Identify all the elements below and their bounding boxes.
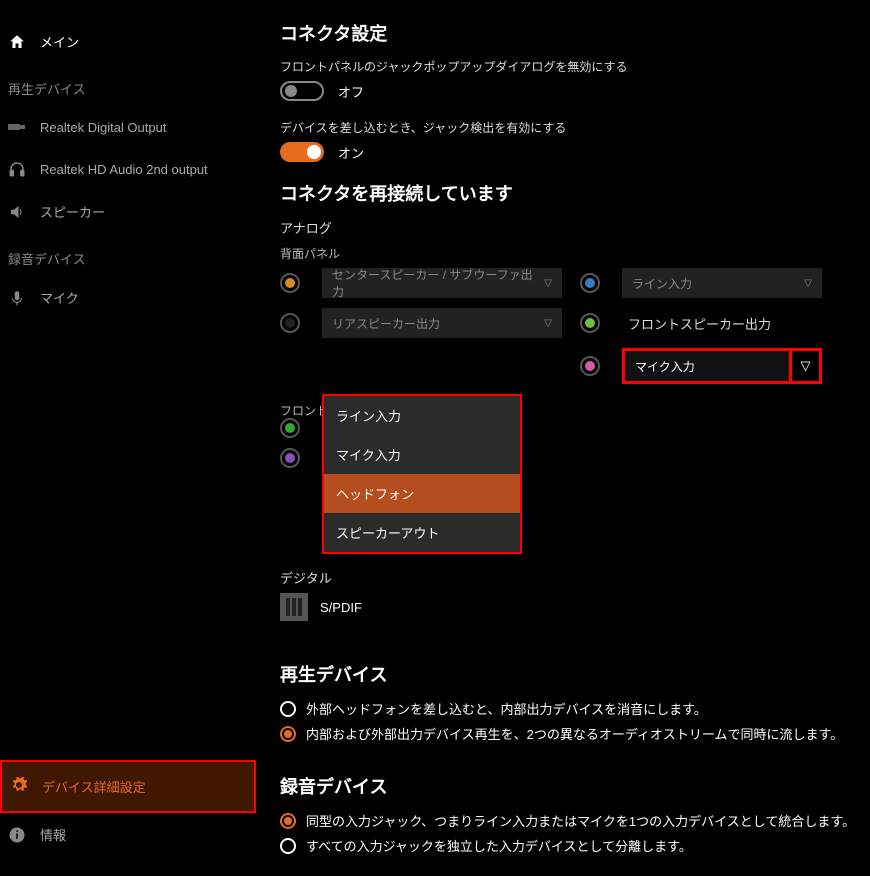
- select-value: ライン入力: [632, 275, 692, 292]
- sidebar-advanced-settings[interactable]: デバイス詳細設定: [0, 760, 256, 813]
- sidebar-section-record: 録音デバイス: [0, 233, 260, 276]
- radio-playback-dual[interactable]: [280, 726, 296, 742]
- chevron-down-icon: ▽: [544, 278, 552, 289]
- dropdown-option[interactable]: ライン入力: [324, 396, 520, 435]
- analog-label: アナログ: [280, 218, 860, 237]
- gear-icon: [10, 776, 28, 797]
- popup-disable-toggle[interactable]: [280, 81, 324, 101]
- sidebar-label: メイン: [40, 32, 79, 51]
- sidebar-digital-output[interactable]: Realtek Digital Output: [0, 106, 260, 148]
- sidebar-label: マイク: [40, 288, 79, 307]
- chevron-down-icon: ▽: [544, 318, 552, 329]
- spdif-label: S/PDIF: [320, 600, 362, 615]
- sidebar-label: 情報: [40, 825, 66, 844]
- sidebar-hd-audio[interactable]: Realtek HD Audio 2nd output: [0, 148, 260, 190]
- radio-playback-mute[interactable]: [280, 701, 296, 717]
- jack-green-front[interactable]: [280, 418, 300, 438]
- chevron-down-icon: ▽: [801, 358, 811, 374]
- info-icon: [8, 826, 26, 844]
- select-mic-in[interactable]: マイク入力 ▽: [622, 348, 822, 384]
- dropdown-option-selected[interactable]: ヘッドフォン: [324, 474, 520, 513]
- sidebar-speaker[interactable]: スピーカー: [0, 190, 260, 233]
- select-line-in[interactable]: ライン入力 ▽: [622, 268, 822, 298]
- sidebar-label: スピーカー: [40, 202, 105, 221]
- reconnect-heading: コネクタを再接続しています: [280, 180, 860, 206]
- sidebar-mic[interactable]: マイク: [0, 276, 260, 319]
- radio-label: 同型の入力ジャック、つまりライン入力またはマイクを1つの入力デバイスとして統合し…: [306, 811, 855, 830]
- jack-purple-front[interactable]: [280, 448, 300, 468]
- jack-orange[interactable]: [280, 273, 300, 293]
- select-value: センタースピーカー / サブウーファ出力: [332, 266, 544, 300]
- sidebar-main[interactable]: メイン: [0, 20, 260, 63]
- sidebar-section-playback: 再生デバイス: [0, 63, 260, 106]
- headphone-icon: [8, 160, 26, 178]
- device-icon: [8, 118, 26, 136]
- dropdown-option[interactable]: マイク入力: [324, 435, 520, 474]
- spdif-icon[interactable]: [280, 593, 308, 621]
- jack-blue[interactable]: [580, 273, 600, 293]
- radio-record-merge[interactable]: [280, 813, 296, 829]
- radio-label: 外部ヘッドフォンを差し込むと、内部出力デバイスを消音にします。: [306, 699, 707, 718]
- jack-pink[interactable]: [580, 356, 600, 376]
- select-rear-speaker[interactable]: リアスピーカー出力 ▽: [322, 308, 562, 338]
- front-speaker-label: フロントスピーカー出力: [622, 314, 822, 333]
- sidebar-label: Realtek HD Audio 2nd output: [40, 162, 208, 177]
- chevron-down-icon: ▽: [804, 278, 812, 289]
- sidebar-label: デバイス詳細設定: [42, 777, 146, 796]
- radio-label: すべての入力ジャックを独立した入力デバイスとして分離します。: [306, 836, 692, 855]
- digital-label: デジタル: [280, 568, 860, 587]
- rear-panel-label: 背面パネル: [280, 245, 860, 262]
- playback-heading: 再生デバイス: [280, 661, 860, 687]
- select-value: リアスピーカー出力: [332, 315, 440, 332]
- dropdown-menu[interactable]: ライン入力 マイク入力 ヘッドフォン スピーカーアウト: [322, 394, 522, 554]
- radio-record-separate[interactable]: [280, 838, 296, 854]
- radio-label: 内部および外部出力デバイス再生を、2つの異なるオーディオストリームで同時に流しま…: [306, 724, 843, 743]
- popup-disable-label: フロントパネルのジャックポップアップダイアログを無効にする: [280, 58, 860, 75]
- toggle-state: オン: [338, 143, 364, 162]
- dropdown-option[interactable]: スピーカーアウト: [324, 513, 520, 552]
- jack-detect-toggle[interactable]: [280, 142, 324, 162]
- jack-black[interactable]: [280, 313, 300, 333]
- jack-detect-label: デバイスを差し込むとき、ジャック検出を有効にする: [280, 119, 860, 136]
- sidebar-info[interactable]: 情報: [0, 813, 260, 856]
- sidebar-label: Realtek Digital Output: [40, 120, 166, 135]
- jack-lime[interactable]: [580, 313, 600, 333]
- mic-icon: [8, 289, 26, 307]
- toggle-state: オフ: [338, 82, 364, 101]
- select-value: マイク入力: [635, 358, 695, 375]
- select-center-speaker[interactable]: センタースピーカー / サブウーファ出力 ▽: [322, 268, 562, 298]
- home-icon: [8, 33, 26, 51]
- speaker-icon: [8, 203, 26, 221]
- connector-heading: コネクタ設定: [280, 20, 860, 46]
- recording-heading: 録音デバイス: [280, 773, 860, 799]
